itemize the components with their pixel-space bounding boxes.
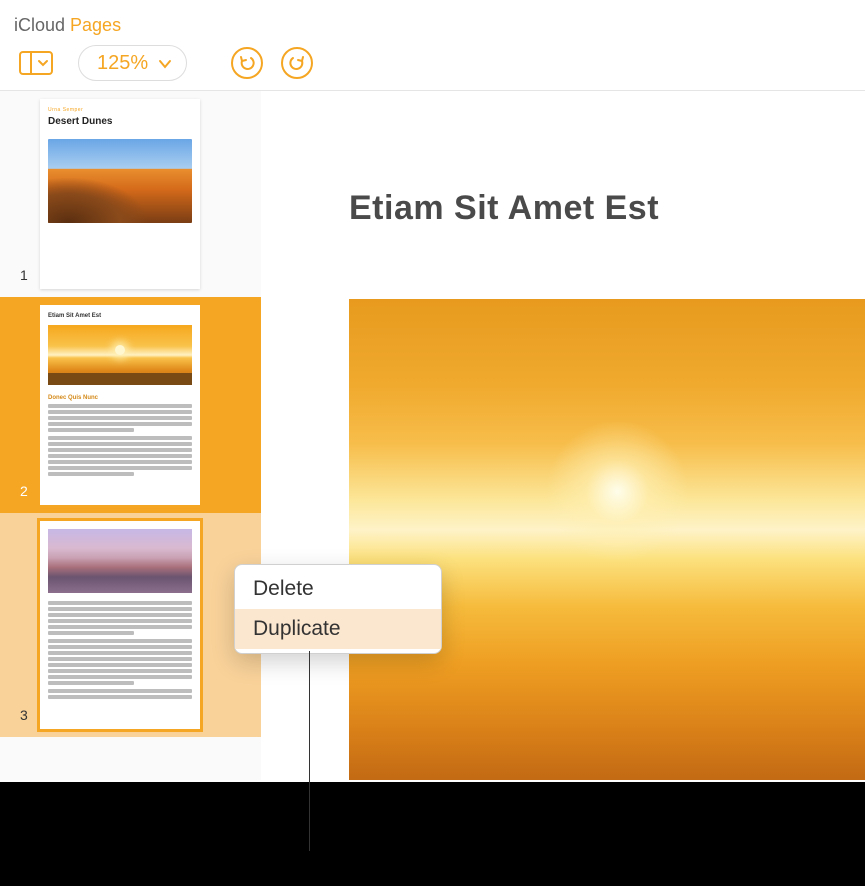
toolbar: 125% — [0, 36, 865, 90]
chevron-down-icon — [158, 59, 172, 69]
zoom-value: 125% — [97, 52, 148, 75]
document-image-ground — [349, 713, 865, 780]
callout-line — [309, 651, 310, 851]
page-thumbnails-sidebar[interactable]: 1 Urna Semper Desert Dunes 2 Etiam Sit A… — [0, 90, 261, 780]
bottom-strip — [0, 782, 865, 886]
thumbnail-card: Etiam Sit Amet Est Donec Quis Nunc — [40, 305, 200, 505]
redo-icon — [288, 54, 306, 72]
redo-button[interactable] — [281, 47, 313, 79]
sidebar-icon — [19, 51, 53, 75]
app-brand-icloud: iCloud — [14, 15, 65, 36]
menu-item-duplicate[interactable]: Duplicate — [235, 609, 441, 649]
titlebar: iCloud Pages — [0, 0, 865, 36]
document-heading: Etiam Sit Amet Est — [349, 189, 659, 228]
thumbnail-title: Desert Dunes — [48, 116, 192, 127]
app-brand-pages: Pages — [70, 15, 121, 36]
page-thumbnail[interactable]: 1 Urna Semper Desert Dunes — [0, 91, 261, 297]
thumbnail-card: Urna Semper Desert Dunes — [40, 99, 200, 289]
thumbnail-body-text — [48, 601, 192, 701]
context-menu: Delete Duplicate — [234, 564, 442, 654]
page-thumbnail[interactable]: 2 Etiam Sit Amet Est Donec Quis Nunc — [0, 297, 261, 513]
zoom-dropdown[interactable]: 125% — [78, 45, 187, 81]
thumbnail-body-text — [48, 404, 192, 480]
page-number: 2 — [20, 483, 28, 499]
view-button[interactable] — [12, 46, 60, 80]
thumbnail-image — [48, 325, 192, 385]
menu-item-delete[interactable]: Delete — [235, 569, 441, 609]
thumbnail-image — [48, 529, 192, 593]
thumbnail-subheading: Donec Quis Nunc — [48, 395, 192, 401]
page-thumbnail[interactable]: 3 — [0, 513, 261, 737]
undo-icon — [238, 54, 256, 72]
document-canvas[interactable]: Etiam Sit Amet Est — [261, 90, 865, 780]
document-image[interactable] — [349, 299, 865, 780]
thumbnail-heading: Etiam Sit Amet Est — [48, 313, 192, 319]
thumbnail-card — [40, 521, 200, 729]
page-number: 1 — [20, 267, 28, 283]
thumbnail-kicker: Urna Semper — [48, 107, 192, 113]
main-area: 1 Urna Semper Desert Dunes 2 Etiam Sit A… — [0, 90, 865, 780]
thumbnail-image — [48, 139, 192, 223]
page-number: 3 — [20, 707, 28, 723]
undo-button[interactable] — [231, 47, 263, 79]
